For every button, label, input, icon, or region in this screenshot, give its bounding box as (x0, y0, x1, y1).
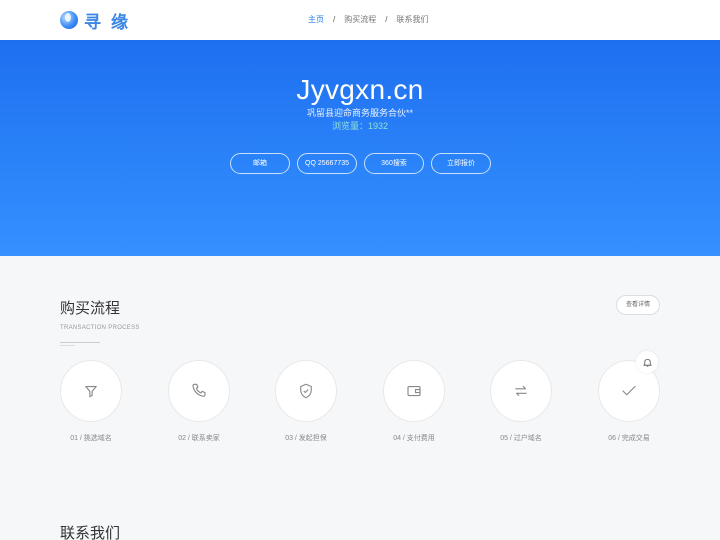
process-section-title: 购买流程 (60, 300, 121, 317)
section-divider (60, 345, 75, 346)
process-step: 06 / 完成交易 (598, 360, 660, 443)
step-label: 06 / 完成交易 (608, 435, 650, 442)
process-step: 05 / 过户域名 (490, 360, 552, 443)
filter-icon (85, 385, 97, 398)
step-label: 02 / 联系卖家 (178, 435, 220, 442)
section-divider (60, 342, 100, 343)
shield-check-icon (300, 383, 312, 399)
qq-button[interactable]: QQ 25667735 (297, 153, 357, 174)
logo-icon (60, 11, 78, 29)
process-step: 01 / 挑选域名 (60, 360, 122, 443)
contact-section-title: 联系我们 (60, 525, 121, 540)
step-circle[interactable] (275, 360, 337, 422)
step-label: 01 / 挑选域名 (70, 435, 112, 442)
process-step: 04 / 支付费用 (383, 360, 445, 443)
nav-separator: / (333, 15, 336, 24)
main-nav: 主页 / 购买流程 / 联系我们 (308, 14, 428, 25)
nav-item-purchase-process[interactable]: 购买流程 (344, 14, 376, 25)
view-count: 浏览量：1932 (331, 121, 389, 131)
step-label: 04 / 支付费用 (393, 435, 435, 442)
quote-button[interactable]: 立即报价 (431, 153, 491, 174)
nav-item-contact[interactable]: 联系我们 (396, 14, 428, 25)
process-section-subtitle: TRANSACTION PROCESS (60, 325, 140, 331)
step-label: 05 / 过户域名 (500, 435, 542, 442)
step-label: 03 / 发起担保 (285, 435, 327, 442)
process-steps: 01 / 挑选域名 02 / 联系卖家 03 / 发起担保 04 / 支付费用 … (0, 360, 720, 450)
step-circle[interactable] (168, 360, 230, 422)
process-step: 02 / 联系卖家 (168, 360, 230, 443)
email-button[interactable]: 邮箱 (230, 153, 290, 174)
wallet-icon (407, 385, 421, 397)
logo-text: 寻缘 (84, 12, 138, 33)
view-details-button[interactable]: 查看详情 (616, 295, 660, 315)
floating-chat-button[interactable] (636, 351, 658, 373)
bell-icon (642, 358, 652, 367)
transfer-icon (515, 385, 527, 397)
nav-item-home[interactable]: 主页 (308, 14, 324, 25)
step-circle[interactable] (60, 360, 122, 422)
owner-subtitle: 巩留县迎命商务服务合伙** (306, 108, 413, 118)
process-step: 03 / 发起担保 (275, 360, 337, 443)
phone-icon (192, 383, 206, 397)
step-circle[interactable] (490, 360, 552, 422)
hero-button-group: 邮箱 QQ 25667735 360搜索 立即报价 (230, 153, 498, 174)
domain-title: Jyvgxn.cn (296, 74, 424, 105)
step-circle[interactable] (383, 360, 445, 422)
site-logo[interactable]: 寻缘 (60, 8, 138, 33)
search-360-button[interactable]: 360搜索 (364, 153, 424, 174)
check-icon (622, 385, 636, 396)
hero-banner: Jyvgxn.cn 巩留县迎命商务服务合伙** 浏览量：1932 邮箱 QQ 2… (0, 40, 720, 256)
nav-separator: / (385, 15, 388, 24)
top-header: 寻缘 主页 / 购买流程 / 联系我们 (0, 0, 720, 40)
